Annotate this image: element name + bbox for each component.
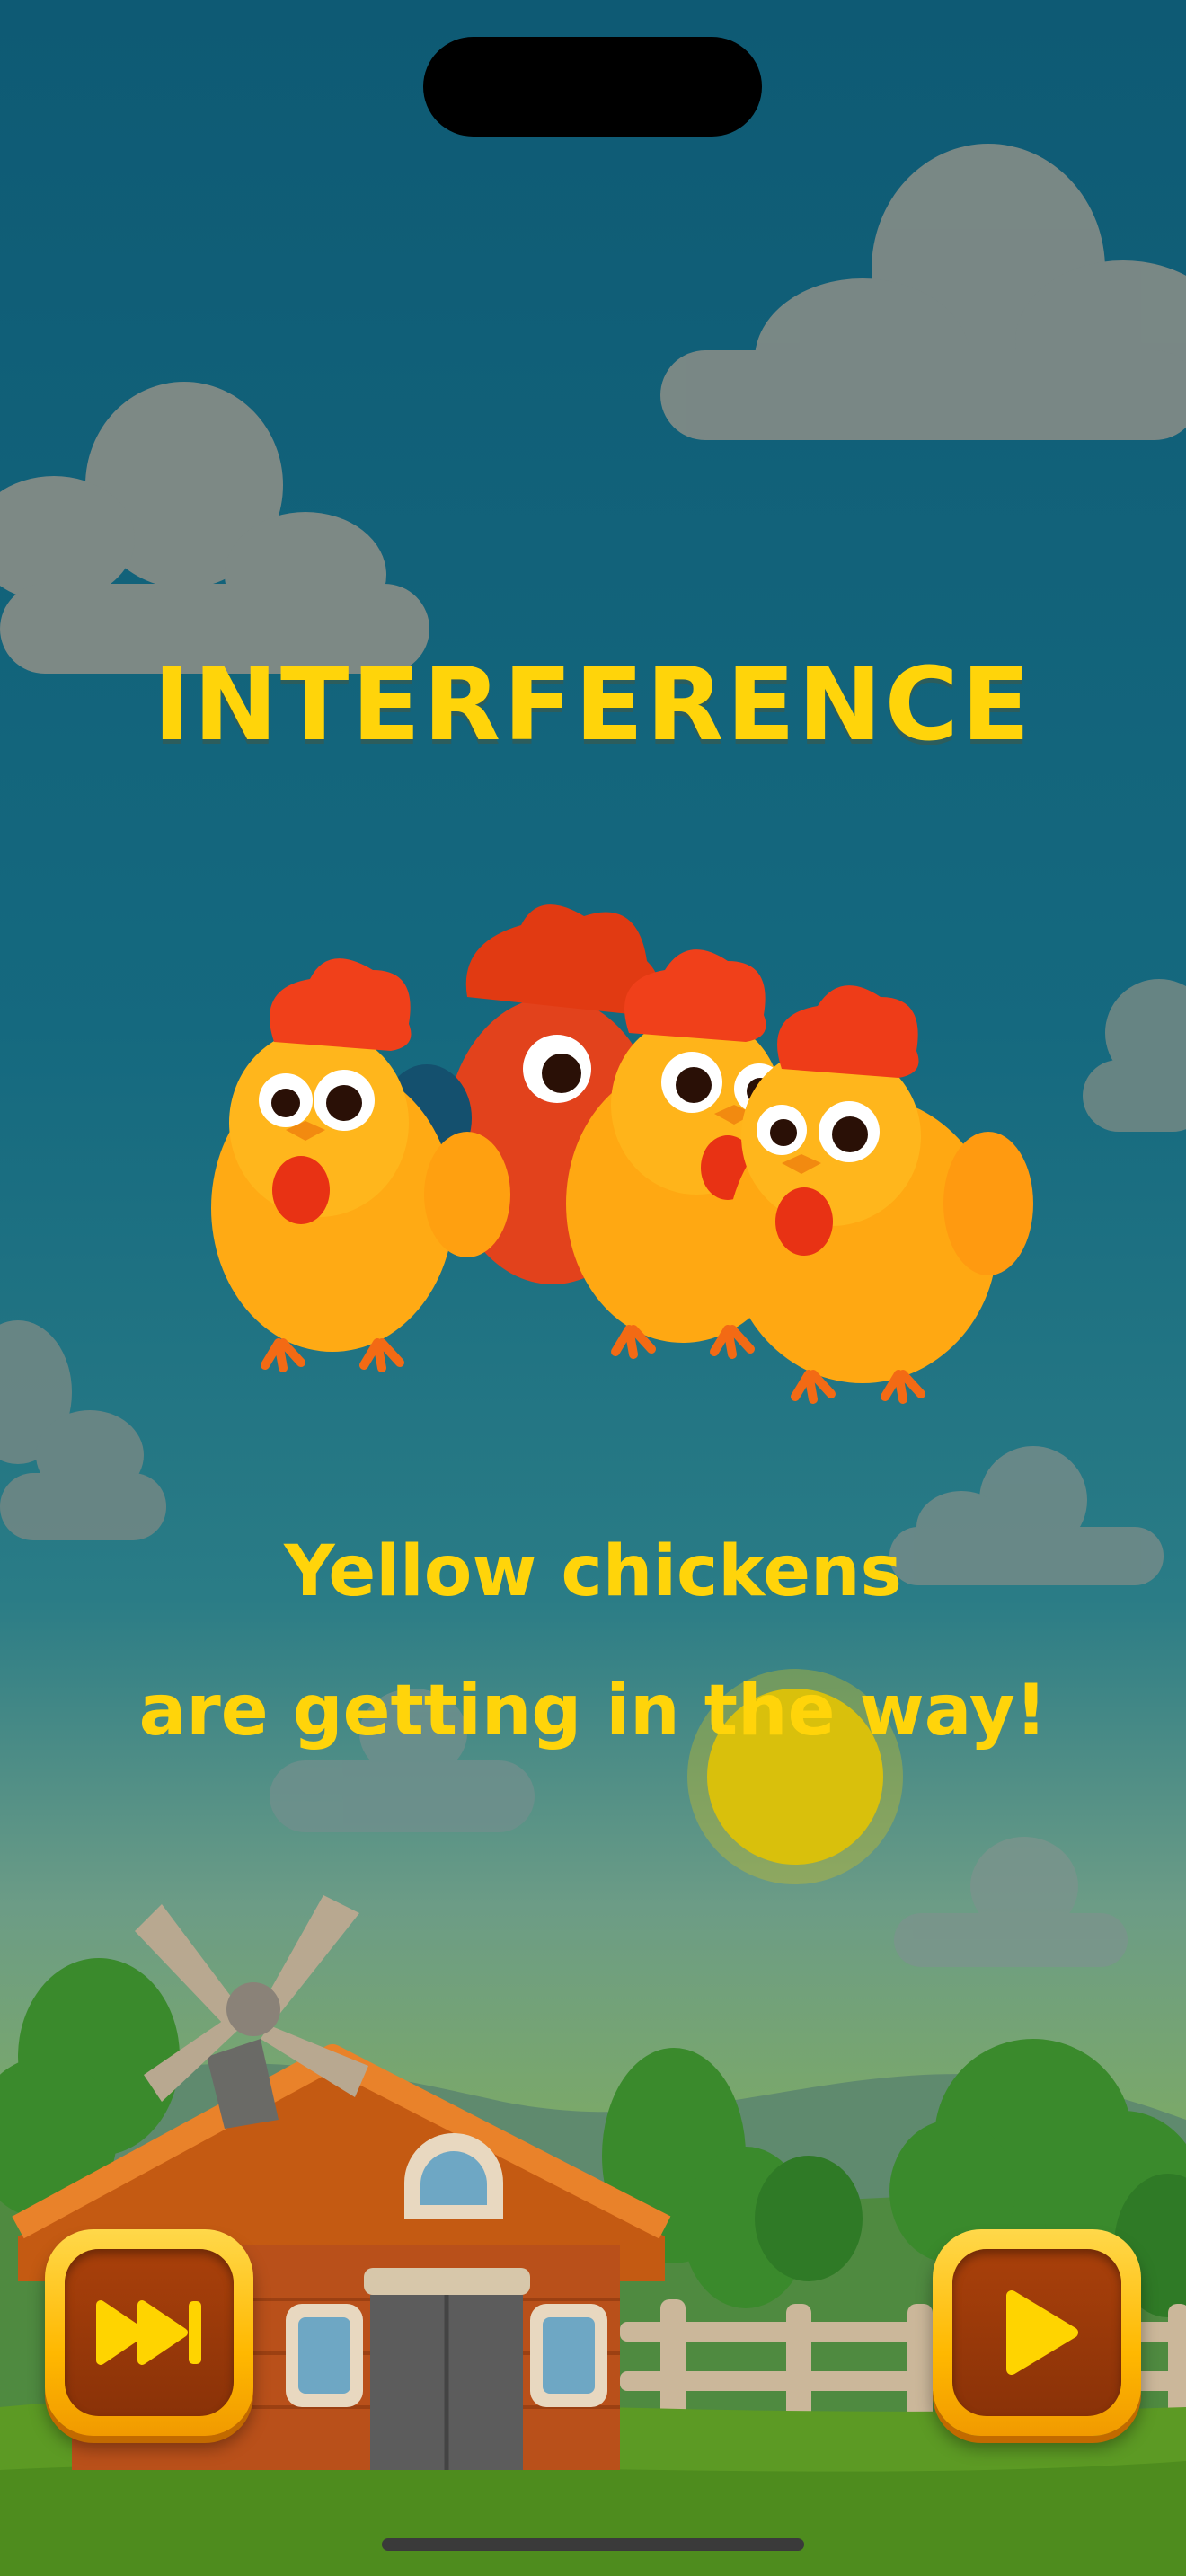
cloud <box>894 1837 1128 1967</box>
home-indicator[interactable] <box>382 2538 804 2551</box>
cloud <box>660 144 1186 440</box>
cloud <box>1083 979 1186 1132</box>
skip-forward-icon <box>96 2300 201 2365</box>
skip-button[interactable] <box>45 2229 253 2436</box>
message-line-2: are getting in the way! <box>138 1671 1048 1751</box>
play-icon <box>1006 2290 1078 2375</box>
chickens-illustration <box>211 904 1033 1404</box>
cloud <box>0 1320 166 1540</box>
level-title: INTERFERENCE <box>153 647 1033 763</box>
dynamic-island <box>423 37 762 137</box>
background-scene <box>0 144 1186 2576</box>
message-line-1: Yellow chickens <box>284 1531 902 1612</box>
cloud <box>0 382 429 674</box>
play-button[interactable] <box>933 2229 1141 2436</box>
